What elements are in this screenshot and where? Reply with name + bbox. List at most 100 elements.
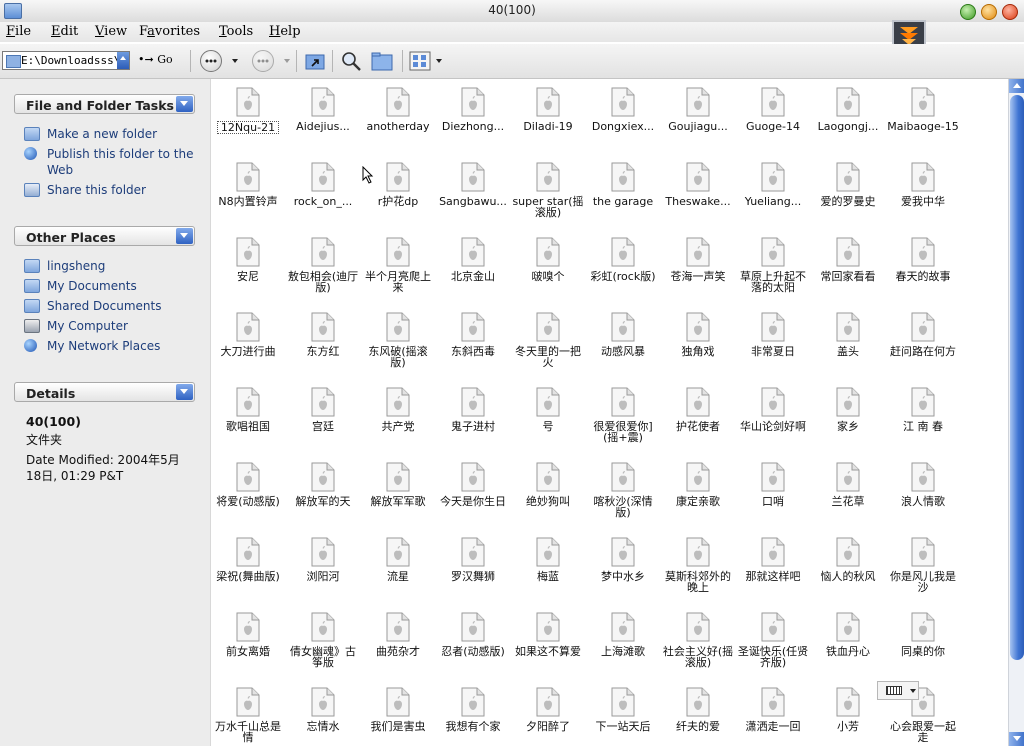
menu-item[interactable]: Favorites xyxy=(139,24,200,39)
file-item[interactable]: 号 xyxy=(511,383,585,455)
file-item[interactable]: 小芳 xyxy=(811,683,885,746)
file-item[interactable]: Yueliang... xyxy=(736,158,810,230)
file-item[interactable]: Sangbawu... xyxy=(436,158,510,230)
file-item[interactable]: 啵嗅个 xyxy=(511,233,585,305)
scroll-down-button[interactable] xyxy=(1009,732,1024,746)
file-item[interactable]: 爱的罗曼史 xyxy=(811,158,885,230)
file-item[interactable]: 曲苑杂才 xyxy=(361,608,435,680)
file-item[interactable]: the garage xyxy=(586,158,660,230)
file-item[interactable]: 护花使者 xyxy=(661,383,735,455)
folders-button[interactable] xyxy=(371,50,393,72)
file-item[interactable]: 那就这样吧 xyxy=(736,533,810,605)
file-item[interactable]: 很爱很爱你](摇+震) xyxy=(586,383,660,455)
minimize-button[interactable] xyxy=(960,4,976,20)
details-header[interactable]: Details xyxy=(14,382,195,402)
input-method-widget[interactable] xyxy=(877,681,919,700)
file-item[interactable]: 莫斯科郊外的晚上 xyxy=(661,533,735,605)
file-item[interactable]: super star(摇滚版) xyxy=(511,158,585,230)
search-button[interactable] xyxy=(340,50,362,72)
file-item[interactable]: Theswake... xyxy=(661,158,735,230)
file-item[interactable]: N8内置铃声 xyxy=(211,158,285,230)
file-item[interactable]: 圣诞快乐(任贤齐版) xyxy=(736,608,810,680)
file-item[interactable]: 倩女幽魂》古筝版 xyxy=(286,608,360,680)
file-item[interactable]: 春天的故事 xyxy=(886,233,960,305)
file-item[interactable]: 梦中水乡 xyxy=(586,533,660,605)
file-item[interactable]: 梅蓝 xyxy=(511,533,585,605)
file-folder-tasks-header[interactable]: File and Folder Tasks xyxy=(14,94,195,114)
other-places-header[interactable]: Other Places xyxy=(14,226,195,246)
menu-item[interactable]: View xyxy=(95,24,127,39)
file-item[interactable]: 口哨 xyxy=(736,458,810,530)
file-item[interactable]: Diladi-19 xyxy=(511,83,585,155)
file-item[interactable]: Diezhong... xyxy=(436,83,510,155)
file-item[interactable]: 爱我中华 xyxy=(886,158,960,230)
address-bar[interactable]: E:\Downloadsss\ xyxy=(2,51,130,70)
file-item[interactable]: 忘情水 xyxy=(286,683,360,746)
file-item[interactable]: 东方红 xyxy=(286,308,360,380)
menu-item[interactable]: File xyxy=(6,24,31,39)
file-item[interactable]: 12Nqu-21 xyxy=(211,83,285,155)
file-item[interactable]: 纤夫的爱 xyxy=(661,683,735,746)
vertical-scrollbar[interactable] xyxy=(1008,79,1024,746)
file-item[interactable]: 华山论剑好啊 xyxy=(736,383,810,455)
collapse-chevron-icon[interactable] xyxy=(176,384,193,400)
menu-item[interactable]: Edit xyxy=(51,24,78,39)
file-item[interactable]: 罗汉舞狮 xyxy=(436,533,510,605)
address-dropdown-button[interactable] xyxy=(117,52,129,69)
file-list-view[interactable]: 12Nqu-21 Aidejius... anotherday Diezhong...… xyxy=(211,79,1008,746)
file-item[interactable]: 忍者(动感版) xyxy=(436,608,510,680)
file-item[interactable]: 歌唱祖国 xyxy=(211,383,285,455)
file-item[interactable]: 浪人情歌 xyxy=(886,458,960,530)
views-dropdown-icon[interactable] xyxy=(436,59,442,63)
file-item[interactable]: 我们是害虫 xyxy=(361,683,435,746)
collapse-chevron-icon[interactable] xyxy=(176,96,193,112)
forward-button[interactable] xyxy=(252,50,274,72)
file-item[interactable]: 家乡 xyxy=(811,383,885,455)
file-item[interactable]: 冬天里的一把火 xyxy=(511,308,585,380)
menu-item[interactable]: Tools xyxy=(219,24,253,39)
file-item[interactable]: 梁祝(舞曲版) xyxy=(211,533,285,605)
file-item[interactable]: 江 南 春 xyxy=(886,383,960,455)
file-item[interactable]: 兰花草 xyxy=(811,458,885,530)
file-item[interactable]: 潇洒走一回 xyxy=(736,683,810,746)
file-item[interactable]: 安尼 xyxy=(211,233,285,305)
file-item[interactable]: 流星 xyxy=(361,533,435,605)
file-item[interactable]: 社会主义好(摇滚版) xyxy=(661,608,735,680)
file-item[interactable]: Guoge-14 xyxy=(736,83,810,155)
file-item[interactable]: 非常夏日 xyxy=(736,308,810,380)
file-item[interactable]: 喀秋沙(深情版) xyxy=(586,458,660,530)
file-item[interactable]: 赶问路在何方 xyxy=(886,308,960,380)
file-item[interactable]: 夕阳醉了 xyxy=(511,683,585,746)
file-item[interactable]: 北京金山 xyxy=(436,233,510,305)
scroll-up-button[interactable] xyxy=(1009,79,1024,93)
chevron-down-icon[interactable] xyxy=(910,689,916,693)
file-item[interactable]: 解放军军歌 xyxy=(361,458,435,530)
file-item[interactable]: 你是风儿我是沙 xyxy=(886,533,960,605)
file-item[interactable]: rock_on_... xyxy=(286,158,360,230)
file-item[interactable]: 东风破(摇滚版) xyxy=(361,308,435,380)
file-item[interactable]: 半个月亮爬上来 xyxy=(361,233,435,305)
back-button[interactable] xyxy=(200,50,222,72)
file-item[interactable]: 敖包相会(迪厅版) xyxy=(286,233,360,305)
file-item[interactable]: 草原上升起不落的太阳 xyxy=(736,233,810,305)
file-item[interactable]: 如果这不算爱 xyxy=(511,608,585,680)
scroll-thumb[interactable] xyxy=(1010,95,1024,660)
views-button[interactable] xyxy=(409,50,431,72)
file-item[interactable]: 共产党 xyxy=(361,383,435,455)
file-item[interactable]: 绝妙狗叫 xyxy=(511,458,585,530)
file-item[interactable]: 盖头 xyxy=(811,308,885,380)
file-item[interactable]: 彩虹(rock版) xyxy=(586,233,660,305)
up-folder-button[interactable] xyxy=(304,50,326,72)
file-item[interactable]: Laogongj... xyxy=(811,83,885,155)
close-button[interactable] xyxy=(1002,4,1018,20)
file-item[interactable]: 常回家看看 xyxy=(811,233,885,305)
file-item[interactable]: 苍海一声笑 xyxy=(661,233,735,305)
maximize-button[interactable] xyxy=(981,4,997,20)
file-item[interactable]: 大刀进行曲 xyxy=(211,308,285,380)
file-item[interactable]: Maibaoge-15 xyxy=(886,83,960,155)
file-item[interactable]: Dongxiex... xyxy=(586,83,660,155)
file-item[interactable]: 上海滩歌 xyxy=(586,608,660,680)
file-item[interactable]: anotherday xyxy=(361,83,435,155)
file-item[interactable]: 下一站天后 xyxy=(586,683,660,746)
file-item[interactable]: Aidejius... xyxy=(286,83,360,155)
